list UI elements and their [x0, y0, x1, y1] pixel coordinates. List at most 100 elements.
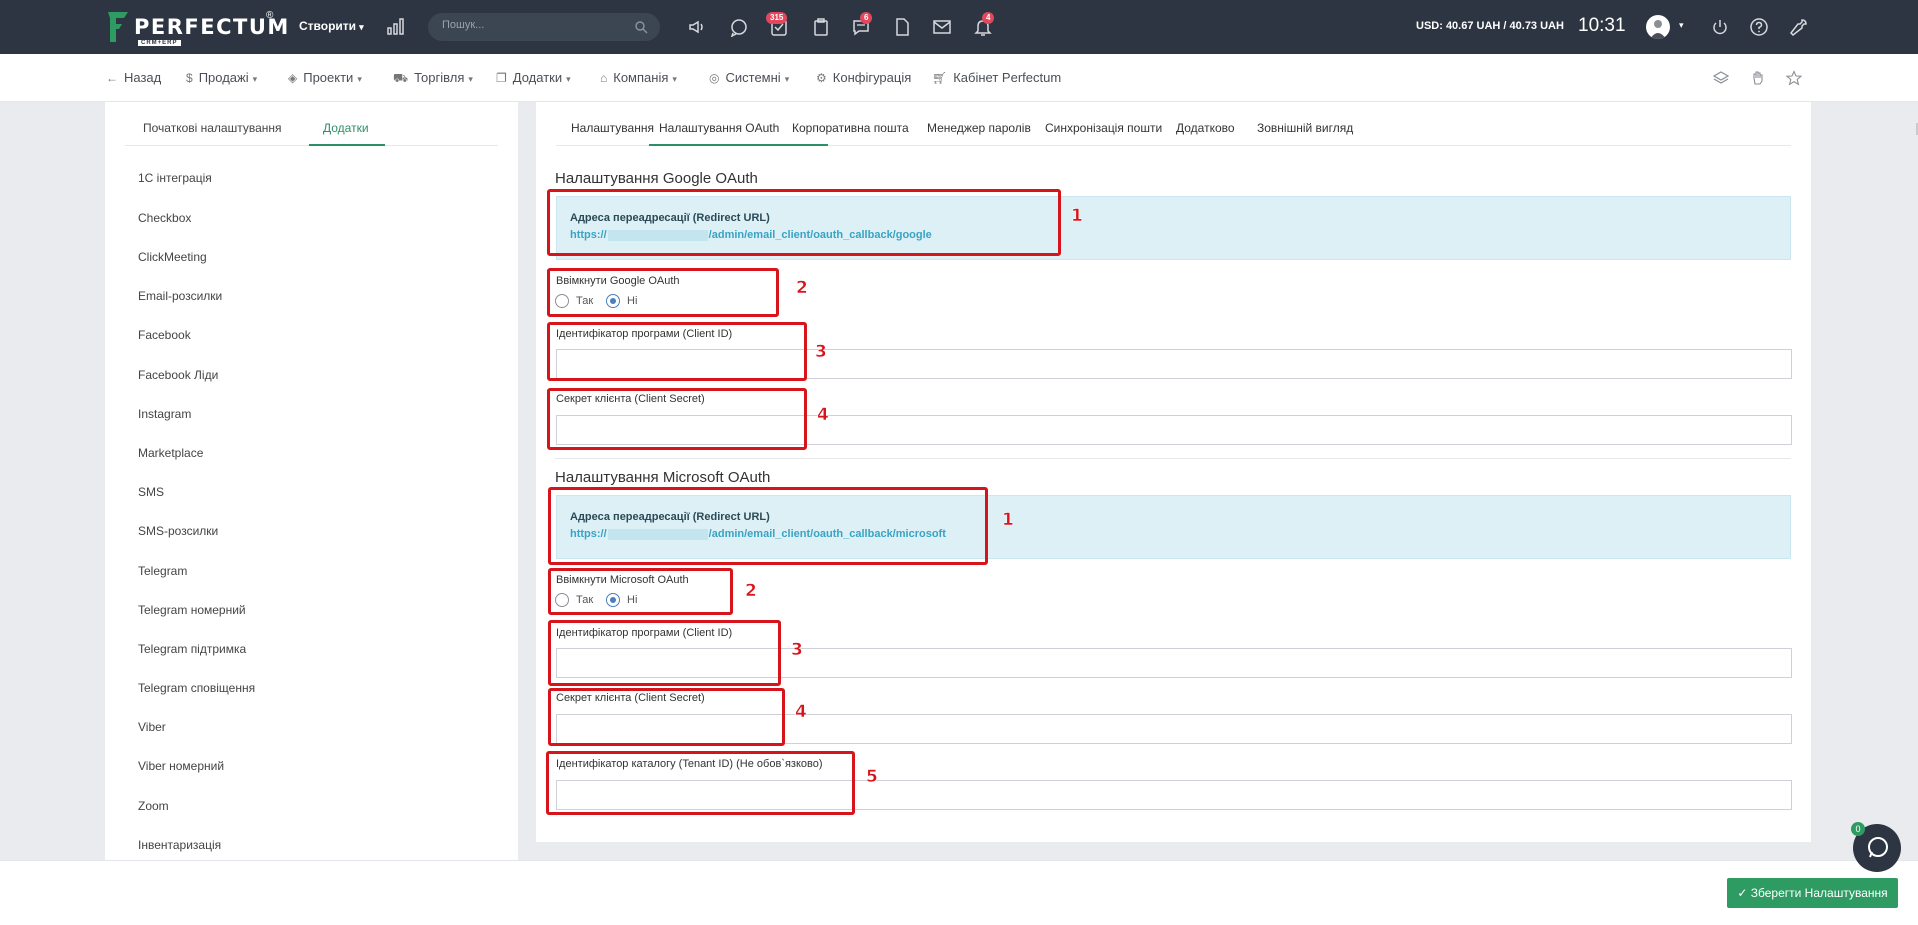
tab-addons[interactable]: Додатки — [323, 121, 369, 135]
list-item[interactable]: SMS — [138, 485, 164, 499]
google-redirect-box: Адреса переадресації (Redirect URL) http… — [556, 196, 1791, 260]
list-item[interactable]: ClickMeeting — [138, 250, 207, 264]
create-button[interactable]: Створити ▾ — [299, 19, 364, 33]
tab-appearance[interactable]: Зовнішній вигляд — [1257, 121, 1353, 135]
microsoft-enable-yes-label[interactable]: Так — [576, 594, 593, 606]
google-redirect-url[interactable]: https:// /admin/email_client/oauth_callba… — [570, 229, 932, 241]
url-prefix: https:// — [570, 229, 607, 241]
search-input[interactable] — [442, 19, 622, 31]
notifications-button[interactable]: 4 — [973, 12, 995, 37]
help-icon[interactable] — [1749, 17, 1769, 37]
messages-button[interactable]: 6 — [851, 12, 873, 37]
google-enable-yes-label[interactable]: Так — [576, 295, 593, 307]
chevron-down-icon: ▾ — [566, 74, 571, 84]
stats-icon[interactable] — [387, 18, 405, 35]
chevron-down-icon: ▾ — [359, 22, 364, 32]
hand-icon[interactable] — [1750, 70, 1766, 86]
list-item[interactable]: Viber — [138, 720, 166, 734]
arrow-left-icon: ← — [106, 71, 118, 85]
url-suffix: /admin/email_client/oauth_callback/googl… — [708, 229, 932, 241]
list-item[interactable]: Marketplace — [138, 446, 203, 460]
google-client-id-label: Ідентифікатор програми (Client ID) — [556, 328, 733, 340]
redacted-domain — [607, 229, 708, 241]
nav-addons[interactable]: ❐ Додатки ▾ — [496, 70, 571, 85]
list-item[interactable]: 1С інтеграція — [138, 171, 212, 185]
clipboard-icon[interactable] — [811, 17, 831, 37]
chevron-down-icon[interactable]: ▾ — [1679, 20, 1684, 31]
google-client-secret-label: Секрет клієнта (Client Secret) — [556, 393, 705, 405]
layers-icon: ◈ — [288, 71, 298, 85]
nav-config[interactable]: ⚙ Конфігурація — [816, 70, 911, 85]
microsoft-enable-no-label[interactable]: Ні — [627, 594, 637, 606]
nav-company[interactable]: ⌂ Компанія ▾ — [600, 70, 677, 85]
tasks-button[interactable]: 315 — [766, 12, 789, 37]
microsoft-enable-yes-radio[interactable] — [555, 593, 569, 607]
globe-icon: ◎ — [709, 71, 720, 85]
chat-bubble-icon[interactable] — [729, 17, 749, 37]
tab-password-manager[interactable]: Менеджер паролів — [927, 121, 1031, 135]
wrench-icon[interactable] — [1789, 17, 1809, 37]
tab-mail-sync[interactable]: Синхронізація пошти — [1045, 121, 1162, 135]
list-item[interactable]: Zoom — [138, 799, 169, 813]
google-enable-yes-radio[interactable] — [555, 294, 569, 308]
list-item[interactable]: Email-розсилки — [138, 289, 222, 303]
avatar[interactable] — [1646, 15, 1670, 39]
save-settings-button[interactable]: ✓ Зберегти Налаштування — [1727, 878, 1898, 908]
nav-system[interactable]: ◎ Системні ▾ — [709, 70, 789, 85]
document-icon[interactable] — [892, 17, 912, 37]
cart-icon: ⛟ — [393, 71, 409, 85]
logo-registered: ® — [266, 10, 274, 21]
list-item[interactable]: Facebook — [138, 328, 191, 342]
list-item[interactable]: Viber номерний — [138, 759, 224, 773]
microsoft-redirect-url[interactable]: https:// /admin/email_client/oauth_callba… — [570, 528, 946, 540]
tab-corporate-mail[interactable]: Корпоративна пошта — [792, 121, 909, 135]
layers-icon[interactable] — [1713, 70, 1729, 86]
mail-icon[interactable] — [932, 17, 952, 37]
nav-projects[interactable]: ◈ Проекти ▾ — [288, 70, 362, 85]
list-item[interactable]: Інвентаризація — [138, 838, 221, 852]
google-client-id-input[interactable] — [556, 349, 1792, 379]
tab-settings[interactable]: Налаштування — [571, 121, 654, 135]
nav-cabinet[interactable]: 🛒︎ Кабінет Perfectum — [932, 70, 1061, 85]
list-item[interactable]: Checkbox — [138, 211, 191, 225]
google-enable-no-label[interactable]: Ні — [627, 295, 637, 307]
chat-button[interactable]: 0 — [1851, 822, 1901, 872]
chevron-down-icon: ▾ — [672, 74, 677, 84]
microsoft-enable-no-radio[interactable] — [606, 593, 620, 607]
annotation-number: 3 — [815, 342, 827, 363]
nav-back[interactable]: ← Назад — [106, 70, 161, 85]
annotation-number: 4 — [795, 702, 807, 723]
annotation-number: 1 — [1002, 510, 1014, 531]
megaphone-icon[interactable] — [687, 17, 707, 37]
list-item[interactable]: Instagram — [138, 407, 191, 421]
list-item[interactable]: SMS-розсилки — [138, 524, 218, 538]
list-item[interactable]: Telegram сповіщення — [138, 681, 255, 695]
list-item[interactable]: Telegram підтримка — [138, 642, 246, 656]
google-enable-no-radio[interactable] — [606, 294, 620, 308]
chat-badge: 0 — [1851, 822, 1865, 836]
microsoft-tenant-input[interactable] — [556, 780, 1792, 810]
google-redirect-label: Адреса переадресації (Redirect URL) — [570, 212, 770, 224]
left-panel: Початкові налаштування Додатки 1С інтегр… — [105, 102, 518, 860]
footer-bar — [0, 860, 1918, 925]
power-icon[interactable] — [1710, 17, 1730, 37]
tab-additional[interactable]: Додатково — [1176, 121, 1235, 135]
list-item[interactable]: Telegram номерний — [138, 603, 246, 617]
nav-cabinet-label: Кабінет Perfectum — [953, 70, 1062, 85]
logo[interactable]: PERFECTUM ® CRM+ERP — [106, 10, 288, 46]
tab-initial-settings[interactable]: Початкові налаштування — [143, 121, 282, 135]
annotation-number: 3 — [791, 640, 803, 661]
redacted-domain — [607, 528, 708, 540]
nav-sales[interactable]: $ Продажі ▾ — [186, 70, 257, 85]
nav-trade[interactable]: ⛟ Торгівля ▾ — [393, 70, 473, 87]
star-icon[interactable] — [1786, 70, 1802, 86]
search-box[interactable] — [428, 13, 660, 41]
microsoft-client-id-input[interactable] — [556, 648, 1792, 678]
microsoft-client-secret-input[interactable] — [556, 714, 1792, 744]
google-client-secret-input[interactable] — [556, 415, 1792, 445]
search-icon[interactable] — [634, 20, 648, 34]
google-section-title: Налаштування Google OAuth — [555, 170, 758, 187]
list-item[interactable]: Telegram — [138, 564, 187, 578]
list-item[interactable]: Facebook Ліди — [138, 368, 218, 382]
tab-oauth-settings[interactable]: Налаштування OAuth — [659, 121, 779, 135]
